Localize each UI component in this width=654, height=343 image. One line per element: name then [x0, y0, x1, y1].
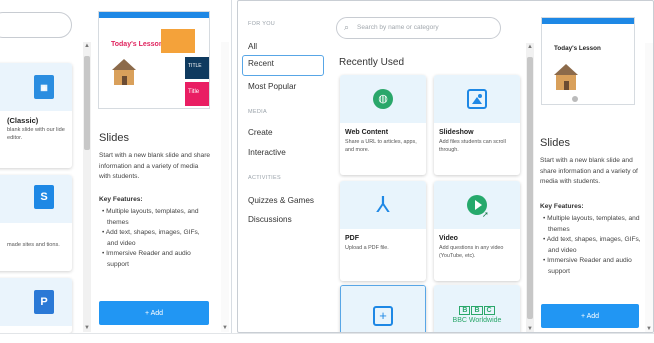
card-title: Web Content [345, 129, 389, 136]
card-desc: made sites and tions. [7, 242, 60, 248]
slide-preview: Today's Lesson [541, 17, 635, 105]
card-thumbnail: B B C BBC Worldwide [434, 285, 520, 332]
nav-item-all[interactable]: All [248, 42, 257, 51]
feature-item: • Add text, shapes, images, GIFs, and vi… [102, 229, 200, 247]
card-thumbnail: ➚ [434, 181, 520, 229]
powerpoint-icon: P [34, 290, 54, 314]
left-panel: ▦ (Classic) blank slide with our lide ed… [0, 0, 232, 333]
nav-item-discussions[interactable]: Discussions [248, 215, 292, 224]
card-title: Slideshow [439, 129, 474, 136]
card-title: (Classic) [7, 116, 39, 125]
tool-card-slideshow[interactable]: Slideshow Add files students can scroll … [434, 75, 520, 175]
cursor-icon: ➚ [482, 210, 489, 219]
key-features-label: Key Features: [540, 203, 584, 210]
feature-item: • Multiple layouts, templates, and theme… [543, 215, 640, 233]
card-desc: Upload a PDF file. [345, 245, 389, 251]
preview-lesson-text: Today's Lesson [554, 45, 601, 52]
nav-section-media: MEDIA [248, 109, 267, 115]
house-icon [552, 64, 580, 94]
add-button[interactable]: + Add [99, 301, 209, 325]
card-title: Video [439, 235, 458, 242]
slide-preview: Today's Lesson: TITLE Title [98, 11, 210, 109]
card-thumbnail: ⅄ [340, 181, 426, 229]
card-thumbnail: ▦ [0, 63, 72, 111]
card-desc: Add files students can scroll through. [439, 139, 506, 153]
detail-description: Start with a new blank slide and share i… [540, 157, 638, 185]
preview-lesson-text: Today's Lesson: [111, 41, 166, 48]
tool-card-slides-classic[interactable]: ▦ (Classic) blank slide with our lide ed… [0, 63, 72, 168]
scroll-up-icon[interactable]: ▲ [526, 44, 534, 50]
tool-card-add-content[interactable]: + [340, 285, 426, 332]
card-title: PDF [345, 235, 359, 242]
feature-item: • Immersive Reader and audio support [543, 257, 632, 275]
tool-card-bbc-worldwide[interactable]: B B C BBC Worldwide [434, 285, 520, 332]
detail-scrollbar[interactable]: ▼ [645, 43, 653, 332]
card-thumbnail: S [0, 175, 72, 223]
scroll-down-icon[interactable]: ▼ [645, 326, 653, 332]
card-desc: Share a URL to articles, apps, and more. [345, 139, 417, 153]
bbc-logo-icon: B B C [459, 306, 495, 315]
search-icon: ⌕ [344, 22, 350, 32]
tool-card-web-content[interactable]: ◍ Web Content Share a URL to articles, a… [340, 75, 426, 175]
search-input[interactable] [0, 12, 72, 38]
card-desc: blank slide with our lide editor. [7, 127, 65, 141]
card-thumbnail: + [341, 286, 425, 332]
feature-item: • Multiple layouts, templates, and theme… [102, 208, 199, 226]
add-box-icon: + [373, 306, 393, 326]
house-icon [110, 59, 138, 89]
right-panel: FOR YOU All Recent Most Popular MEDIA Cr… [237, 0, 654, 333]
feature-item: • Add text, shapes, images, GIFs, and vi… [543, 236, 641, 254]
preview-toolbar [542, 18, 634, 24]
scrollbar[interactable]: ▲ ▼ [526, 43, 534, 332]
detail-description: Start with a new blank slide and share i… [99, 152, 211, 180]
nav-section-for-you: FOR YOU [248, 21, 276, 27]
scroll-down-icon[interactable]: ▼ [526, 326, 534, 332]
video-play-icon: ➚ [467, 195, 489, 219]
preview-tile-navy: TITLE [185, 57, 209, 79]
globe-icon: ◍ [373, 89, 393, 109]
nav-item-recent[interactable]: Recent [242, 55, 324, 76]
nav-item-create[interactable]: Create [248, 128, 273, 137]
detail-title: Slides [540, 137, 570, 149]
scroll-up-icon[interactable]: ▲ [83, 43, 91, 49]
add-button[interactable]: + Add [541, 304, 639, 328]
scrollbar-thumb[interactable] [84, 56, 90, 150]
detail-title: Slides [99, 132, 129, 144]
search-placeholder: Search by name or category [357, 24, 439, 31]
feature-item: • Immersive Reader and audio support [102, 250, 191, 268]
card-thumbnail [434, 75, 520, 123]
card-desc: Add questions in any video (YouTube, etc… [439, 245, 504, 259]
search-input[interactable]: ⌕ Search by name or category [336, 17, 501, 39]
key-features-label: Key Features: [99, 196, 143, 203]
nav-item-quizzes-games[interactable]: Quizzes & Games [248, 196, 314, 205]
sway-icon: S [34, 185, 54, 209]
pdf-icon: ⅄ [376, 192, 390, 217]
nav-item-most-popular[interactable]: Most Popular [248, 82, 296, 91]
slides-classic-icon: ▦ [34, 75, 54, 99]
tool-card-pdf[interactable]: ⅄ PDF Upload a PDF file. [340, 181, 426, 281]
detail-scrollbar[interactable]: ▼ [221, 42, 229, 332]
feature-list: • Multiple layouts, templates, and theme… [99, 207, 211, 270]
preview-dot [572, 96, 578, 102]
preview-toolbar [99, 12, 209, 18]
card-thumbnail: P [0, 278, 72, 326]
scroll-down-icon[interactable]: ▼ [221, 325, 229, 331]
tool-card-sway[interactable]: S made sites and tions. [0, 175, 72, 271]
scrollbar-thumb[interactable] [527, 57, 533, 319]
tool-card-powerpoint[interactable]: P [0, 278, 72, 333]
scroll-down-icon[interactable]: ▼ [83, 325, 91, 331]
slideshow-icon [467, 89, 487, 109]
nav-section-activities: ACTIVITIES [248, 175, 281, 181]
bottom-strip [0, 333, 654, 343]
recently-used-title: Recently Used [339, 57, 405, 68]
preview-tile-orange [161, 29, 195, 53]
feature-list: • Multiple layouts, templates, and theme… [540, 214, 644, 277]
preview-tile-pink: Title [185, 82, 209, 106]
scrollbar[interactable]: ▲ ▼ [83, 42, 91, 332]
nav-item-interactive[interactable]: Interactive [248, 148, 286, 157]
card-thumbnail: ◍ [340, 75, 426, 123]
tool-card-video[interactable]: ➚ Video Add questions in any video (YouT… [434, 181, 520, 281]
bbc-worldwide-text: BBC Worldwide [452, 317, 502, 324]
